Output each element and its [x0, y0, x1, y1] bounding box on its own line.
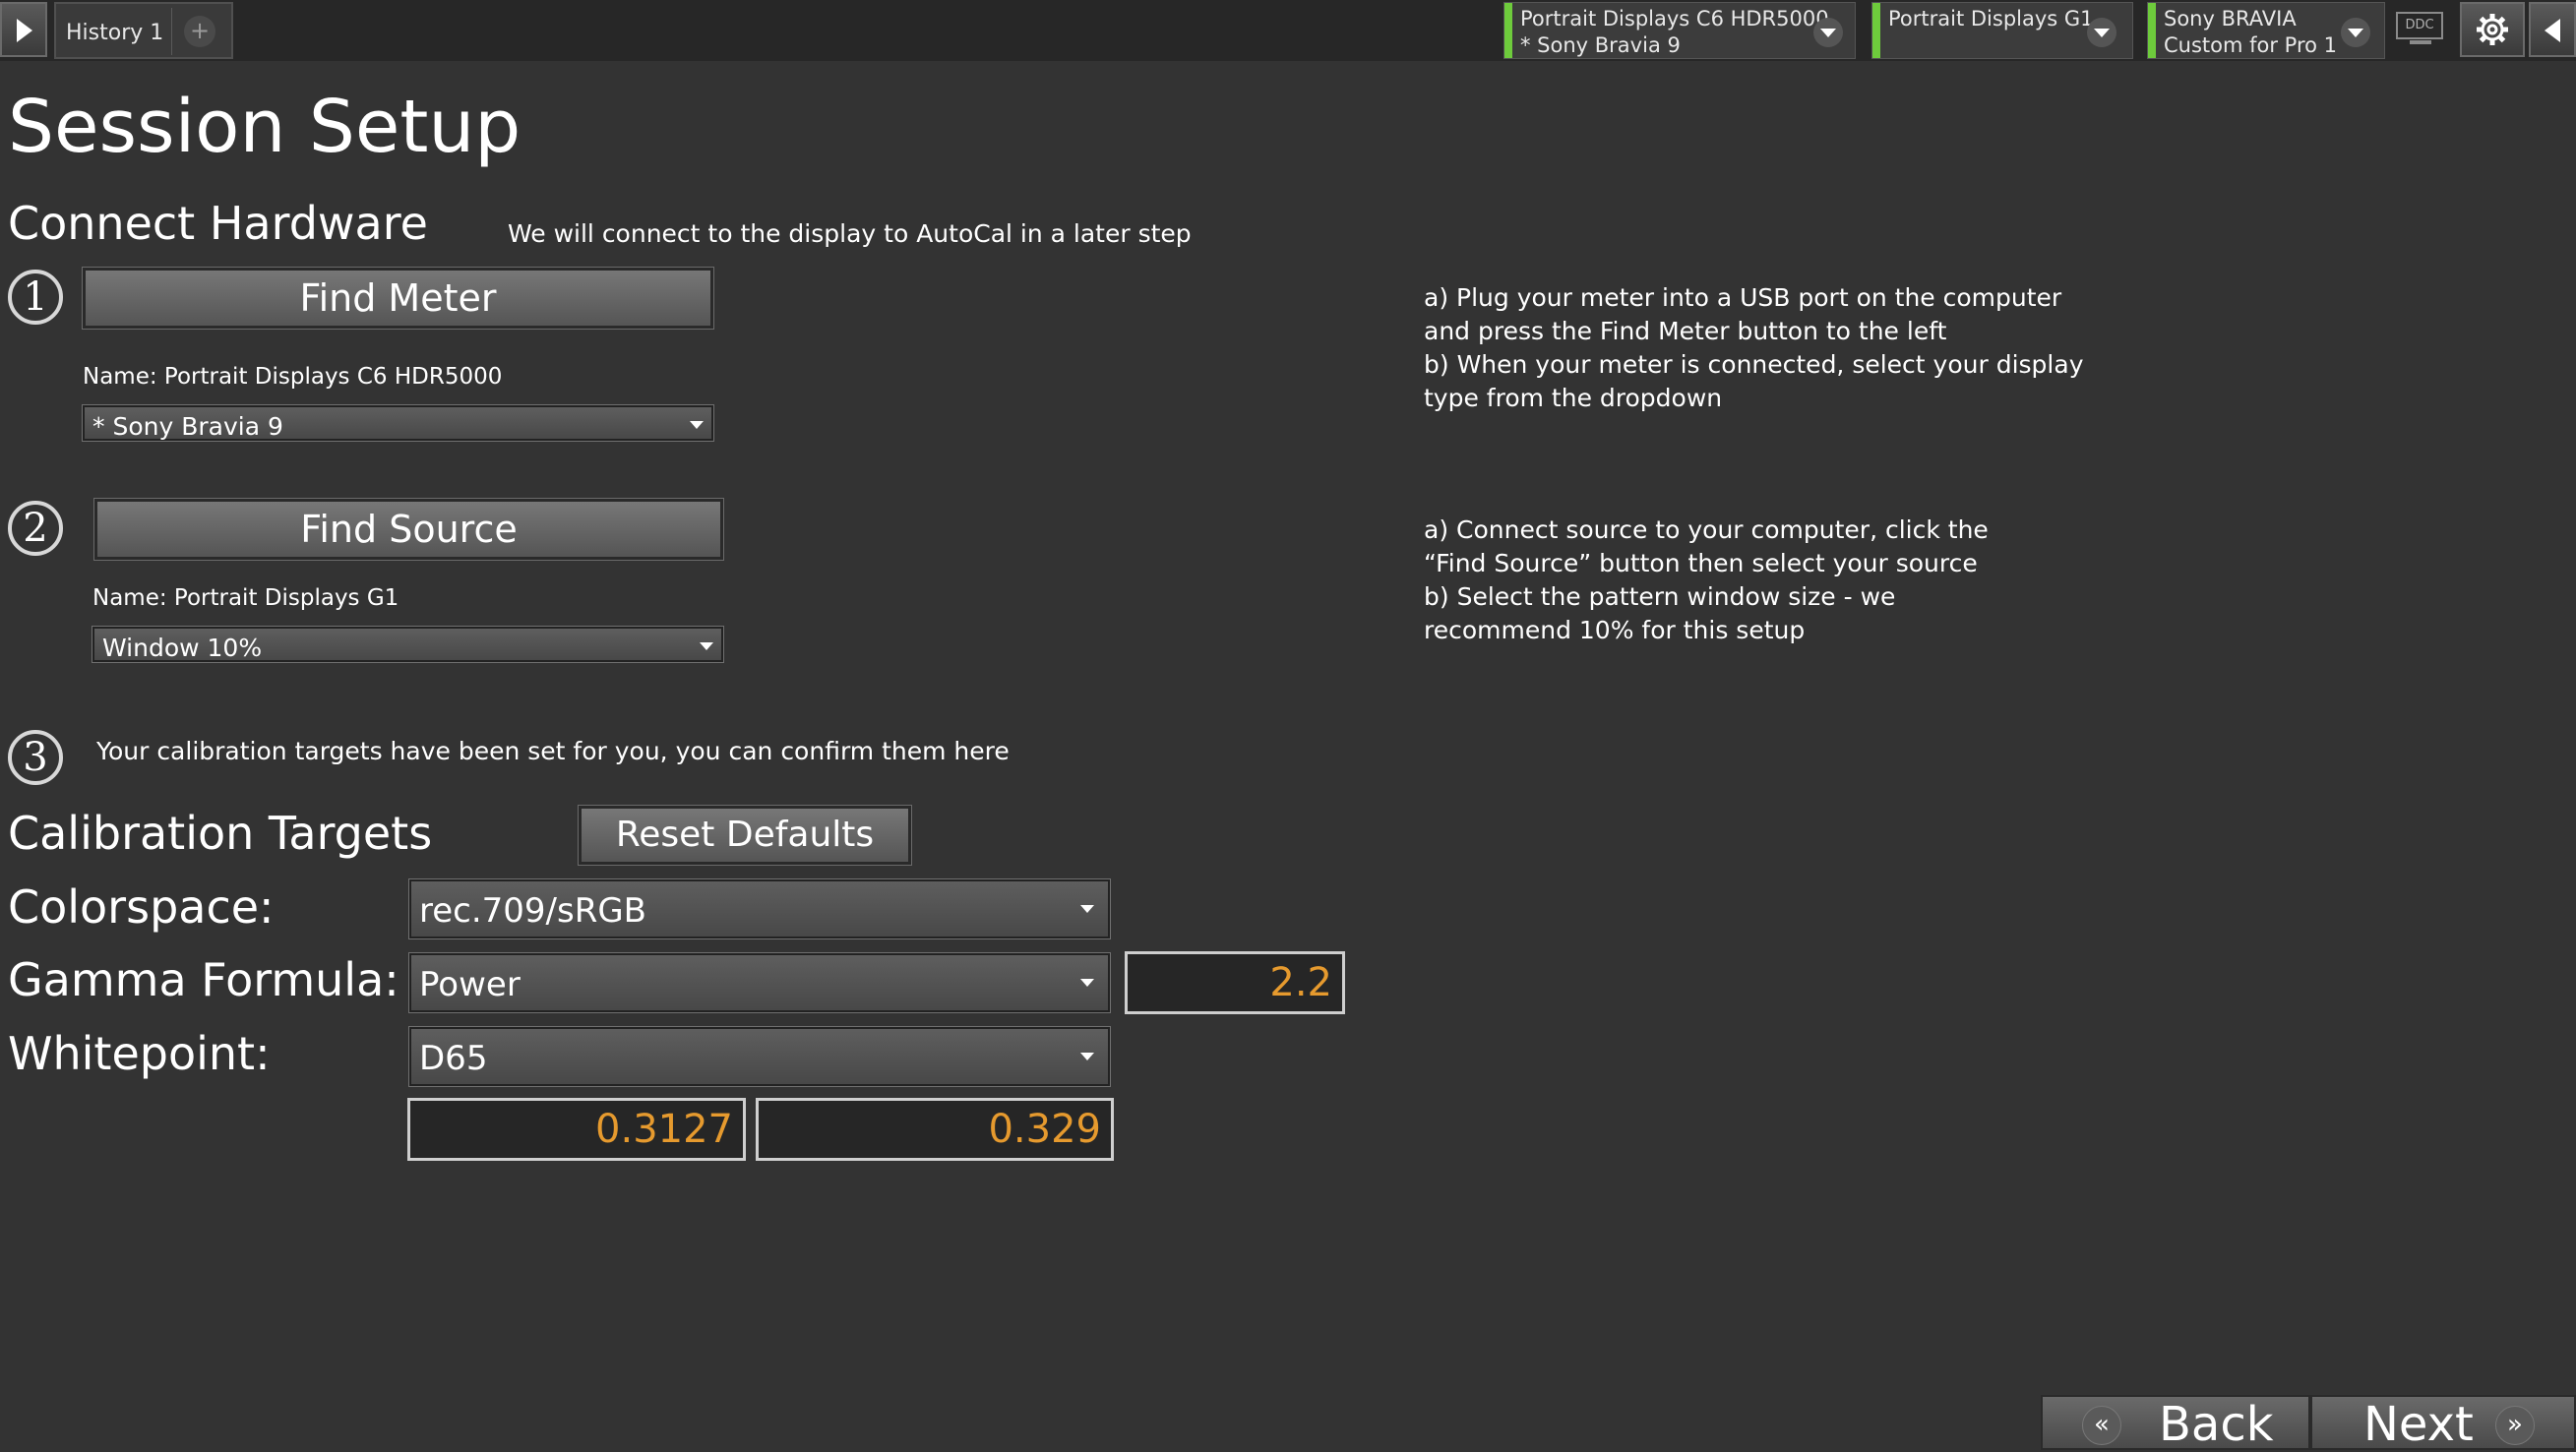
chevron-down-icon — [1080, 1053, 1094, 1060]
chevron-down-icon — [1080, 979, 1094, 987]
source-name-label: Name: Portrait Displays G1 — [92, 585, 399, 611]
find-source-button[interactable]: Find Source — [94, 499, 723, 560]
tab-history-1[interactable]: History 1 + — [54, 2, 233, 59]
device-name: Portrait Displays C6 HDR5000 — [1520, 7, 1829, 30]
display-device-selector[interactable]: Sony BRAVIA Custom for Pro 1 — [2147, 2, 2385, 59]
next-button[interactable]: Next » — [2310, 1395, 2576, 1452]
chevron-down-icon — [1080, 905, 1094, 913]
meter-device-selector[interactable]: Portrait Displays C6 HDR5000 * Sony Brav… — [1503, 2, 1856, 59]
calibration-targets-heading: Calibration Targets — [8, 807, 433, 860]
chevron-double-left-icon: « — [2082, 1406, 2121, 1445]
connect-note: We will connect to the display to AutoCa… — [508, 219, 1192, 248]
device-subtitle: Custom for Pro 1 — [2164, 33, 2338, 57]
find-meter-button[interactable]: Find Meter — [83, 268, 713, 329]
step-1-help: a) Plug your meter into a USB port on th… — [1424, 283, 2084, 412]
device-name: Sony BRAVIA — [2164, 7, 2297, 30]
step-3-text: Your calibration targets have been set f… — [96, 737, 1010, 765]
ddc-button[interactable]: DDC — [2396, 6, 2445, 49]
reset-defaults-button[interactable]: Reset Defaults — [579, 806, 911, 865]
colorspace-dropdown[interactable]: rec.709/sRGB — [409, 879, 1110, 938]
whitepoint-x-field[interactable]: 0.3127 — [407, 1098, 746, 1161]
tab-divider — [171, 8, 172, 55]
dropdown-value: D65 — [419, 1039, 488, 1078]
step-2-help: a) Connect source to your computer, clic… — [1424, 515, 1989, 644]
source-device-selector[interactable]: Portrait Displays G1 — [1871, 2, 2133, 59]
dropdown-value: * Sony Bravia 9 — [92, 412, 283, 441]
gear-icon — [2477, 14, 2508, 45]
window-size-dropdown[interactable]: Window 10% — [92, 627, 723, 662]
ddc-monitor-icon: DDC — [2396, 12, 2443, 39]
meter-name-label: Name: Portrait Displays C6 HDR5000 — [83, 364, 503, 390]
add-tab-icon[interactable]: + — [184, 16, 215, 47]
status-indicator — [2148, 3, 2156, 58]
whitepoint-dropdown[interactable]: D65 — [409, 1027, 1110, 1086]
display-type-dropdown[interactable]: * Sony Bravia 9 — [83, 405, 713, 441]
connect-hardware-heading: Connect Hardware — [8, 197, 428, 250]
next-label: Next — [2363, 1397, 2474, 1452]
page-title: Session Setup — [8, 85, 521, 169]
device-name: Portrait Displays G1 — [1888, 7, 2094, 30]
chevron-down-icon[interactable] — [2087, 18, 2116, 47]
tab-label: History 1 — [66, 21, 164, 45]
step-1-icon: 1 — [8, 270, 63, 325]
chevron-down-icon — [700, 642, 713, 650]
monitor-stand — [2410, 40, 2431, 44]
back-label: Back — [2159, 1397, 2274, 1452]
status-indicator — [1872, 3, 1880, 58]
status-indicator — [1504, 3, 1512, 58]
dropdown-value: Window 10% — [102, 634, 263, 662]
settings-button[interactable] — [2460, 2, 2525, 57]
gamma-value-field[interactable]: 2.2 — [1125, 951, 1345, 1014]
gamma-formula-label: Gamma Formula: — [8, 953, 399, 1006]
colorspace-label: Colorspace: — [8, 880, 275, 934]
dropdown-value: rec.709/sRGB — [419, 891, 647, 931]
chevron-down-icon — [690, 421, 704, 429]
whitepoint-label: Whitepoint: — [8, 1027, 271, 1080]
back-button[interactable]: « Back — [2041, 1395, 2310, 1452]
chevron-down-icon[interactable] — [2341, 18, 2370, 47]
step-2-icon: 2 — [8, 501, 63, 556]
chevron-double-right-icon: » — [2495, 1406, 2535, 1445]
device-subtitle: * Sony Bravia 9 — [1520, 33, 1681, 57]
play-button[interactable] — [0, 2, 47, 57]
step-3-icon: 3 — [8, 730, 63, 785]
whitepoint-y-field[interactable]: 0.329 — [756, 1098, 1114, 1161]
play-icon — [17, 19, 32, 42]
chevron-left-icon — [2545, 19, 2560, 42]
collapse-panel-button[interactable] — [2529, 2, 2576, 57]
chevron-down-icon[interactable] — [1813, 18, 1843, 47]
gamma-formula-dropdown[interactable]: Power — [409, 953, 1110, 1012]
dropdown-value: Power — [419, 965, 521, 1004]
